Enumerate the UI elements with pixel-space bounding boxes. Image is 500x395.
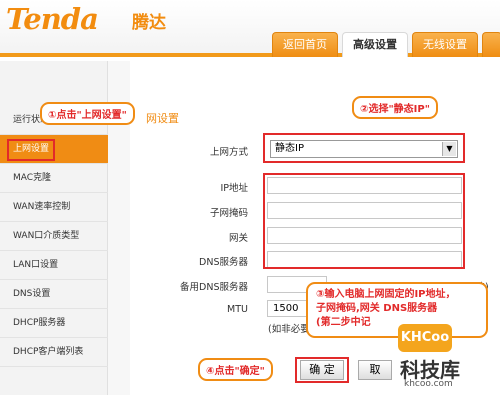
sidebar-item-dns[interactable]: DNS设置 (0, 280, 108, 309)
router-admin-page: Tenda 腾达 返回首页 高级设置 无线设置 运行状态 上网设置 MAC克隆 … (0, 0, 500, 395)
cancel-button[interactable]: 取 (358, 360, 392, 380)
brand-logo: Tenda (6, 2, 99, 36)
sidebar-item-dhcp-clients[interactable]: DHCP客户端列表 (0, 338, 108, 367)
sidebar-item-lan[interactable]: LAN口设置 (0, 251, 108, 280)
callout-step3-line2: 子网掩码,网关 DNS服务器 (316, 303, 438, 314)
highlight-sidebar (7, 139, 55, 161)
wan-type-label: 上网方式 (209, 147, 248, 158)
alt-dns-label: 备用DNS服务器 (180, 282, 248, 293)
callout-step2: ②选择"静态IP" (352, 96, 438, 119)
highlight-wan-type (263, 133, 465, 163)
tab-more[interactable] (482, 32, 500, 57)
mtu-label: MTU (227, 304, 248, 315)
subnet-label: 子网掩码 (209, 208, 248, 219)
highlight-ok (295, 357, 349, 383)
tab-advanced[interactable]: 高级设置 (342, 32, 408, 57)
callout-step1: ①点击"上网设置" (40, 102, 135, 125)
tab-home[interactable]: 返回首页 (272, 32, 338, 57)
mtu-note: (如非必要 (268, 324, 310, 335)
brand-logo-cn: 腾达 (132, 13, 166, 33)
callout-step3: ③输入电脑上网固定的IP地址， 子网掩码,网关 DNS服务器 (第二步中记 (306, 282, 488, 338)
callout-step3-line3: (第二步中记 (316, 317, 371, 328)
header-bar: Tenda 腾达 返回首页 高级设置 无线设置 (0, 0, 500, 57)
sidebar-item-dhcp-server[interactable]: DHCP服务器 (0, 309, 108, 338)
sidebar-item-mac-clone[interactable]: MAC克隆 (0, 164, 108, 193)
highlight-fields (263, 173, 465, 269)
ip-label: IP地址 (220, 183, 248, 194)
callout-step4: ④点击"确定" (198, 358, 273, 381)
callout-step3-line1: ③输入电脑上网固定的IP地址， (316, 289, 456, 300)
sidebar-item-wan-media[interactable]: WAN口介质类型 (0, 222, 108, 251)
tab-wireless[interactable]: 无线设置 (412, 32, 478, 57)
gateway-label: 网关 (228, 233, 248, 244)
dns-label: DNS服务器 (199, 257, 248, 268)
sidebar-item-wan-speed[interactable]: WAN速率控制 (0, 193, 108, 222)
section-title: 网设置 (146, 112, 179, 125)
